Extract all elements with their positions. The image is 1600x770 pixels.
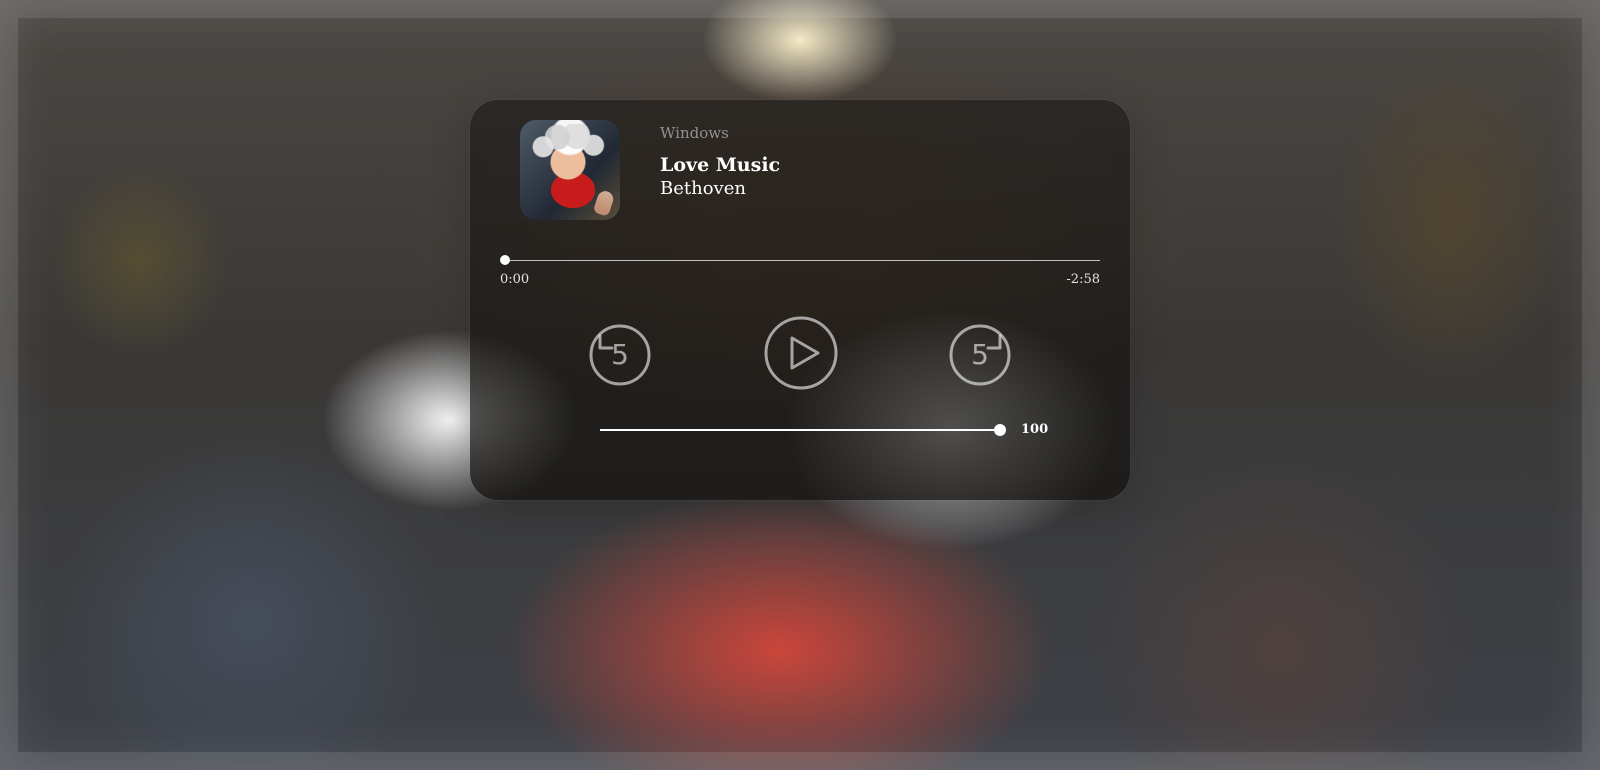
progress-track[interactable]: [505, 260, 1100, 261]
volume-thumb[interactable]: [994, 424, 1006, 436]
remaining-time: -2:58: [1066, 272, 1100, 287]
artist-name: Bethoven: [660, 178, 746, 199]
replay-5-label: 5: [611, 338, 629, 371]
play-button[interactable]: [762, 314, 840, 392]
volume-slider[interactable]: 100: [600, 422, 1060, 441]
replay-5-icon: 5: [589, 324, 651, 386]
volume-value: 100: [1021, 422, 1049, 437]
current-time: 0:00: [500, 272, 530, 287]
progress-thumb[interactable]: [500, 255, 510, 265]
source-label: Windows: [660, 124, 729, 142]
album-art-image: [520, 120, 620, 220]
music-player-card: Windows Love Music Bethoven 0:00 -2:58 5…: [470, 100, 1130, 500]
forward-5-icon: 5: [949, 324, 1011, 386]
forward-5-button[interactable]: 5: [946, 320, 1014, 388]
progress-slider[interactable]: 0:00 -2:58: [500, 255, 1100, 287]
track-meta: Windows Love Music Bethoven: [660, 124, 1080, 200]
track-title: Love Music: [660, 154, 781, 176]
replay-5-button[interactable]: 5: [586, 320, 654, 388]
volume-fill: [600, 429, 1000, 431]
forward-5-label: 5: [971, 338, 989, 371]
play-icon: [764, 316, 838, 390]
